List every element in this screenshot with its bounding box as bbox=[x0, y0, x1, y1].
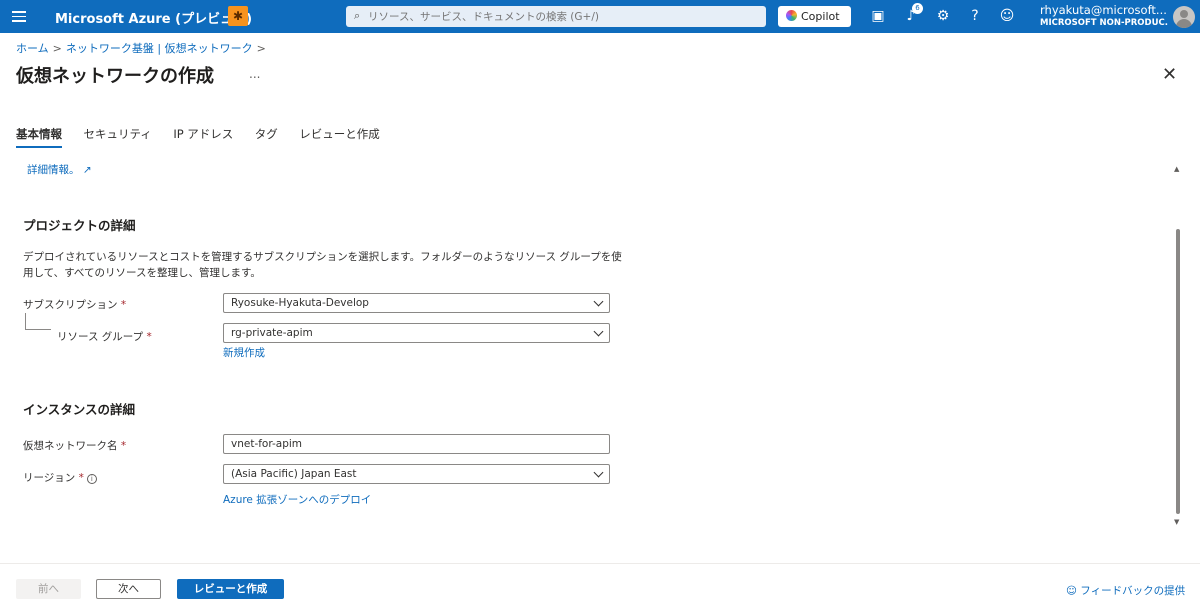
vnet-name-label: 仮想ネットワーク名 * bbox=[23, 440, 127, 452]
more-options-icon[interactable]: ... bbox=[249, 67, 260, 81]
vnet-name-input[interactable]: vnet-for-apim bbox=[223, 434, 610, 454]
top-nav-bar: Microsoft Azure (プレビュー) ✱ ⌕ Copilot ▣ ♪ … bbox=[0, 0, 1200, 33]
breadcrumb: ホーム > ネットワーク基盤 | 仮想ネットワーク > bbox=[16, 40, 270, 56]
info-icon[interactable]: i bbox=[86, 474, 97, 484]
account-menu[interactable]: rhyakuta@microsoft.... MICROSOFT NON-PRO… bbox=[1040, 3, 1168, 28]
tab-security[interactable]: セキュリティ bbox=[84, 126, 152, 148]
copilot-icon bbox=[786, 10, 797, 21]
tab-ip-addresses[interactable]: IP アドレス bbox=[173, 126, 233, 148]
search-icon: ⌕ bbox=[354, 9, 361, 22]
project-details-heading: プロジェクトの詳細 bbox=[23, 218, 136, 233]
wizard-tabs: 基本情報 セキュリティ IP アドレス タグ レビューと作成 bbox=[16, 126, 398, 148]
portal-brand[interactable]: Microsoft Azure (プレビュー) bbox=[55, 8, 252, 27]
breadcrumb-home[interactable]: ホーム bbox=[16, 42, 49, 55]
tree-connector bbox=[25, 313, 26, 329]
account-name: rhyakuta@microsoft.... bbox=[1040, 3, 1168, 17]
resource-group-dropdown[interactable]: rg-private-apim bbox=[223, 323, 610, 343]
avatar[interactable] bbox=[1173, 6, 1195, 28]
subscription-dropdown[interactable]: Ryosuke-Hyakuta-Develop bbox=[223, 293, 610, 313]
resource-group-label: リソース グループ * bbox=[57, 331, 152, 343]
tab-review-create[interactable]: レビューと作成 bbox=[299, 126, 380, 148]
feedback-icon: ☺ bbox=[1066, 585, 1077, 597]
chevron-down-icon bbox=[593, 296, 604, 307]
settings-icon[interactable]: ⚙ bbox=[934, 7, 952, 25]
extended-zone-deploy-link[interactable]: Azure 拡張ゾーンへのデプロイ bbox=[223, 492, 371, 507]
breadcrumb-network[interactable]: ネットワーク基盤 | 仮想ネットワーク bbox=[66, 42, 253, 55]
chevron-down-icon bbox=[593, 326, 604, 337]
subscription-label: サブスクリプション * bbox=[23, 299, 127, 311]
project-description: デプロイされているリソースとコストを管理するサブスクリプションを選択します。フォ… bbox=[23, 251, 622, 279]
breadcrumb-separator: > bbox=[52, 42, 62, 55]
give-feedback-link[interactable]: ☺ フィードバックの提供 bbox=[1066, 583, 1185, 598]
region-label: リージョン * i bbox=[23, 470, 97, 485]
help-icon[interactable]: ? bbox=[966, 7, 984, 25]
tab-tags[interactable]: タグ bbox=[255, 126, 278, 148]
breadcrumb-separator: > bbox=[256, 42, 266, 55]
create-new-resource-group-link[interactable]: 新規作成 bbox=[223, 345, 265, 360]
global-search[interactable]: ⌕ bbox=[346, 6, 766, 27]
scroll-down-arrow[interactable]: ▼ bbox=[1174, 518, 1179, 526]
scrollbar-thumb[interactable] bbox=[1176, 229, 1180, 514]
next-button[interactable]: 次へ bbox=[96, 579, 161, 599]
menu-icon[interactable] bbox=[10, 8, 28, 26]
previous-button[interactable]: 前へ bbox=[16, 579, 81, 599]
copilot-button[interactable]: Copilot bbox=[778, 6, 851, 27]
footer-divider bbox=[0, 563, 1200, 564]
search-input[interactable] bbox=[368, 6, 760, 27]
bug-icon[interactable]: ✱ bbox=[228, 6, 248, 26]
tree-connector bbox=[25, 329, 51, 330]
chevron-down-icon bbox=[593, 467, 604, 478]
feedback-icon[interactable]: ☺ bbox=[998, 7, 1016, 25]
tab-basics[interactable]: 基本情報 bbox=[16, 126, 62, 148]
account-org: MICROSOFT NON-PRODUC... bbox=[1040, 18, 1168, 28]
cloud-shell-icon[interactable]: ▣ bbox=[869, 7, 887, 25]
scroll-up-arrow[interactable]: ▲ bbox=[1174, 165, 1179, 173]
copilot-label: Copilot bbox=[801, 10, 840, 23]
notification-count-badge: 6 bbox=[912, 3, 923, 14]
region-dropdown[interactable]: (Asia Pacific) Japan East bbox=[223, 464, 610, 484]
review-create-button[interactable]: レビューと作成 bbox=[177, 579, 284, 599]
page-title: 仮想ネットワークの作成 bbox=[16, 66, 214, 87]
learn-more-link[interactable]: 詳細情報。 ↗ bbox=[27, 162, 92, 177]
instance-details-heading: インスタンスの詳細 bbox=[23, 402, 136, 417]
close-icon[interactable]: ✕ bbox=[1162, 64, 1177, 85]
external-link-icon: ↗ bbox=[82, 164, 92, 176]
